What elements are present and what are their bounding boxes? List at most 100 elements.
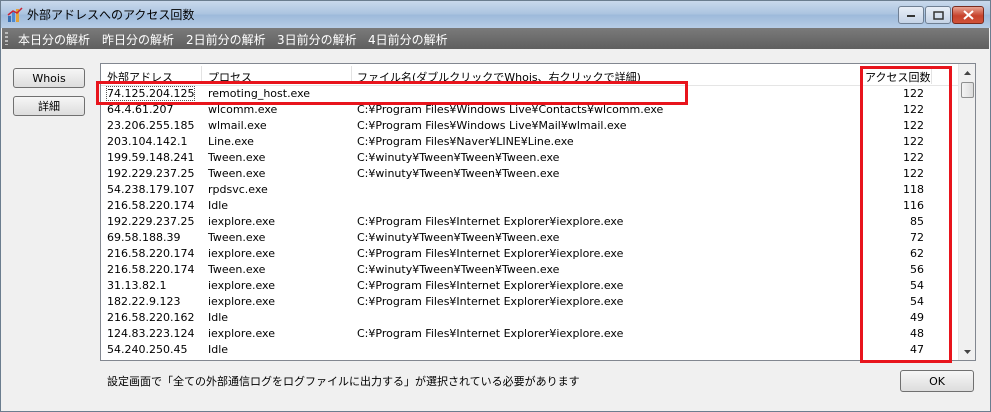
table-row[interactable]: 216.58.220.174 iexplore.exe C:¥Program Fil… xyxy=(101,246,958,262)
ok-button[interactable]: OK xyxy=(900,370,974,392)
table-row[interactable]: 216.58.220.174 Tween.exe C:¥winuty¥Tween¥T… xyxy=(101,262,958,278)
cell-process: Tween.exe xyxy=(208,263,266,276)
menu-2-days-ago[interactable]: 2日前分の解析 xyxy=(186,31,266,48)
cell-count: 122 xyxy=(903,103,924,116)
table-row[interactable]: 192.229.237.25 Tween.exe C:¥winuty¥Tween¥T… xyxy=(101,166,958,182)
cell-ip: 216.58.220.174 xyxy=(107,263,195,276)
title-bar[interactable]: 外部アドレスへのアクセス回数 xyxy=(1,1,990,28)
app-window: 外部アドレスへのアクセス回数 本日分の解析 昨日分の解析 2日前分の解析 3日前… xyxy=(0,0,991,412)
table-row[interactable]: 203.104.142.1 Line.exe C:¥Program Files¥Na… xyxy=(101,134,958,150)
column-header-process[interactable]: プロセス xyxy=(208,69,252,85)
column-divider[interactable] xyxy=(931,66,932,84)
list-rows: 74.125.204.125 remoting_host.exe 122 64.4.6… xyxy=(101,86,958,358)
cell-process: wlcomm.exe xyxy=(208,103,278,116)
table-row[interactable]: 54.238.179.107 rpdsvc.exe 118 xyxy=(101,182,958,198)
cell-ip: 216.58.220.174 xyxy=(107,247,195,260)
cell-count: 54 xyxy=(910,279,924,292)
column-header-count[interactable]: アクセス回数 xyxy=(865,69,930,85)
menu-grip[interactable] xyxy=(5,32,8,45)
scroll-thumb[interactable] xyxy=(961,82,974,98)
cell-count: 85 xyxy=(910,215,924,228)
whois-button[interactable]: Whois xyxy=(13,68,85,88)
cell-file: C:¥winuty¥Tween¥Tween¥Tween.exe xyxy=(357,263,560,276)
menu-bar: 本日分の解析 昨日分の解析 2日前分の解析 3日前分の解析 4日前分の解析 xyxy=(2,28,989,49)
access-list[interactable]: 外部アドレス プロセス ファイル名(ダブルクリックでWhois、右クリックで詳細… xyxy=(100,63,976,361)
table-row[interactable]: 192.229.237.25 iexplore.exe C:¥Program Fil… xyxy=(101,214,958,230)
cell-process: iexplore.exe xyxy=(208,279,275,292)
cell-count: 116 xyxy=(903,199,924,212)
close-icon xyxy=(962,10,974,20)
maximize-icon xyxy=(932,10,944,20)
menu-today[interactable]: 本日分の解析 xyxy=(18,31,90,48)
table-row[interactable]: 23.206.255.185 wlmail.exe C:¥Program Files… xyxy=(101,118,958,134)
column-header-ip[interactable]: 外部アドレス xyxy=(107,69,173,85)
close-button[interactable] xyxy=(952,6,984,24)
cell-process: Idle xyxy=(208,199,229,212)
maximize-button[interactable] xyxy=(925,6,951,24)
cell-file: C:¥Program Files¥Internet Explorer¥iexpl… xyxy=(357,215,624,228)
cell-process: Tween.exe xyxy=(208,231,266,244)
cell-count: 122 xyxy=(903,119,924,132)
minimize-icon xyxy=(907,15,915,17)
table-row[interactable]: 216.58.220.162 Idle 49 xyxy=(101,310,958,326)
cell-count: 49 xyxy=(910,311,924,324)
scroll-down-icon xyxy=(964,349,971,354)
menu-yesterday[interactable]: 昨日分の解析 xyxy=(102,31,174,48)
cell-ip: 216.58.220.174 xyxy=(107,199,195,212)
table-row[interactable]: 124.83.223.124 iexplore.exe C:¥Program Fil… xyxy=(101,326,958,342)
cell-process: rpdsvc.exe xyxy=(208,183,268,196)
menu-4-days-ago[interactable]: 4日前分の解析 xyxy=(368,31,448,48)
cell-file: C:¥Program Files¥Internet Explorer¥iexpl… xyxy=(357,247,624,260)
table-row[interactable]: 54.240.250.45 Idle 47 xyxy=(101,342,958,358)
column-divider[interactable] xyxy=(201,66,202,84)
minimize-button[interactable] xyxy=(898,6,924,24)
cell-ip: 192.229.237.25 xyxy=(107,215,195,228)
cell-count: 48 xyxy=(910,327,924,340)
cell-count: 72 xyxy=(910,231,924,244)
scroll-up-button[interactable] xyxy=(959,64,975,81)
scroll-down-button[interactable] xyxy=(959,343,975,360)
table-row[interactable]: 31.13.82.1 iexplore.exe C:¥Program Files¥I… xyxy=(101,278,958,294)
table-row[interactable]: 74.125.204.125 remoting_host.exe 122 xyxy=(101,86,958,102)
cell-count: 62 xyxy=(910,247,924,260)
list-header: 外部アドレス プロセス ファイル名(ダブルクリックでWhois、右クリックで詳細… xyxy=(101,64,958,86)
cell-ip: 69.58.188.39 xyxy=(107,231,181,244)
cell-ip: 23.206.255.185 xyxy=(107,119,195,132)
cell-ip: 74.125.204.125 xyxy=(105,86,196,101)
table-row[interactable]: 216.58.220.174 Idle 116 xyxy=(101,198,958,214)
cell-process: Line.exe xyxy=(208,135,254,148)
requirement-note: 設定画面で「全ての外部通信ログをログファイルに出力する」が選択されている必要があ… xyxy=(107,375,580,388)
column-divider[interactable] xyxy=(351,66,352,84)
cell-count: 54 xyxy=(910,295,924,308)
cell-ip: 124.83.223.124 xyxy=(107,327,195,340)
cell-process: remoting_host.exe xyxy=(208,87,311,100)
window-title: 外部アドレスへのアクセス回数 xyxy=(27,8,195,22)
cell-count: 122 xyxy=(903,167,924,180)
cell-process: Tween.exe xyxy=(208,167,266,180)
vertical-scrollbar[interactable] xyxy=(958,64,975,360)
detail-button[interactable]: 詳細 xyxy=(13,96,85,116)
table-row[interactable]: 69.58.188.39 Tween.exe C:¥winuty¥Tween¥Twe… xyxy=(101,230,958,246)
cell-ip: 54.240.250.45 xyxy=(107,343,188,356)
cell-ip: 31.13.82.1 xyxy=(107,279,167,292)
cell-ip: 54.238.179.107 xyxy=(107,183,195,196)
cell-count: 56 xyxy=(910,263,924,276)
table-row[interactable]: 182.22.9.123 iexplore.exe C:¥Program Files… xyxy=(101,294,958,310)
cell-ip: 216.58.220.162 xyxy=(107,311,195,324)
column-divider[interactable] xyxy=(861,66,862,84)
menu-3-days-ago[interactable]: 3日前分の解析 xyxy=(277,31,357,48)
chart-app-icon xyxy=(7,7,23,23)
cell-ip: 203.104.142.1 xyxy=(107,135,188,148)
cell-count: 122 xyxy=(903,151,924,164)
cell-ip: 64.4.61.207 xyxy=(107,103,174,116)
cell-process: wlmail.exe xyxy=(208,119,267,132)
cell-file: C:¥Program Files¥Internet Explorer¥iexpl… xyxy=(357,327,624,340)
column-header-file[interactable]: ファイル名(ダブルクリックでWhois、右クリックで詳細) xyxy=(357,69,641,85)
cell-count: 47 xyxy=(910,343,924,356)
table-row[interactable]: 64.4.61.207 wlcomm.exe C:¥Program Files¥Wi… xyxy=(101,102,958,118)
cell-process: iexplore.exe xyxy=(208,327,275,340)
table-row[interactable]: 199.59.148.241 Tween.exe C:¥winuty¥Tween¥T… xyxy=(101,150,958,166)
cell-file: C:¥Program Files¥Naver¥LINE¥Line.exe xyxy=(357,135,574,148)
cell-file: C:¥winuty¥Tween¥Tween¥Tween.exe xyxy=(357,151,560,164)
cell-file: C:¥winuty¥Tween¥Tween¥Tween.exe xyxy=(357,231,560,244)
